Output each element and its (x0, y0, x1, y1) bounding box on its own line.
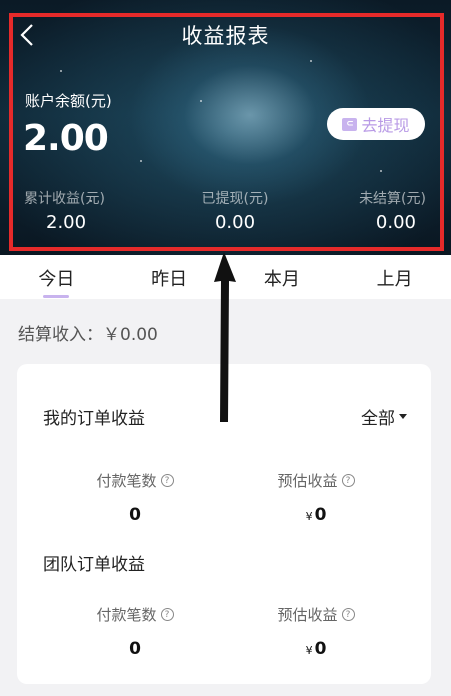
filter-dropdown[interactable]: 全部 (361, 404, 407, 429)
stat-label: 未结算(元) (359, 191, 426, 207)
tab-today[interactable]: 今日 (0, 255, 113, 299)
wallet-icon: ⊂ (342, 117, 358, 131)
period-tabs: 今日 昨日 本月 上月 (0, 255, 451, 299)
withdraw-button[interactable]: ⊂ 去提现 (327, 108, 425, 140)
metric-value: 0 (129, 505, 141, 525)
caret-down-icon (399, 414, 407, 419)
metric-label: 预估收益 (277, 606, 338, 624)
question-icon[interactable]: ? (341, 608, 355, 621)
metric-number: 0 (314, 639, 327, 659)
stat-value: 0.00 (214, 212, 256, 233)
my-orders-count: 付款笔数 ? 0 (60, 470, 210, 525)
page-title: 收益报表 (181, 24, 270, 48)
tab-this-month[interactable]: 本月 (226, 255, 339, 299)
metric-label: 预估收益 (277, 472, 338, 490)
stat-unsettled: 未结算(元) 0.00 (359, 188, 426, 233)
stat-label: 累计收益(元) (24, 191, 105, 207)
settlement-income: 结算收入：￥0.00 (18, 325, 158, 345)
question-icon[interactable]: ? (160, 608, 174, 621)
currency-symbol: ¥ (305, 644, 313, 657)
my-orders-title: 我的订单收益 (43, 409, 145, 429)
question-icon[interactable]: ? (341, 474, 355, 487)
filter-label: 全部 (361, 409, 395, 429)
currency-symbol: ¥ (305, 510, 313, 523)
question-icon[interactable]: ? (160, 474, 174, 487)
tab-last-month[interactable]: 上月 (338, 255, 451, 299)
stat-value: 2.00 (46, 212, 87, 233)
withdraw-label: 去提现 (361, 116, 410, 135)
tab-yesterday[interactable]: 昨日 (113, 255, 226, 299)
stat-label: 已提现(元) (201, 191, 269, 207)
metric-value: ¥0 (241, 639, 391, 659)
metric-label: 付款笔数 (96, 606, 157, 624)
earnings-header: 收益报表 账户余额(元) 2.00 ⊂ 去提现 累计收益(元) 2.00 已提现… (0, 0, 451, 255)
balance-value: 2.00 (23, 118, 109, 159)
metric-label: 付款笔数 (96, 472, 157, 490)
my-orders-estimate: 预估收益 ? ¥0 (241, 470, 391, 525)
earnings-card: 我的订单收益 全部 付款笔数 ? 0 预估收益 ? ¥0 团队订单收益 付款笔数… (17, 364, 431, 684)
stat-total-earnings: 累计收益(元) 2.00 (24, 188, 105, 233)
team-orders-title: 团队订单收益 (43, 555, 145, 575)
team-orders-estimate: 预估收益 ? ¥0 (241, 604, 391, 659)
metric-number: 0 (314, 505, 327, 525)
metric-value: ¥0 (241, 505, 391, 525)
balance-label: 账户余额(元) (25, 92, 112, 110)
stat-value: 0.00 (375, 212, 416, 233)
team-orders-count: 付款笔数 ? 0 (60, 604, 210, 659)
stat-withdrawn: 已提现(元) 0.00 (190, 188, 280, 233)
metric-value: 0 (129, 639, 141, 659)
